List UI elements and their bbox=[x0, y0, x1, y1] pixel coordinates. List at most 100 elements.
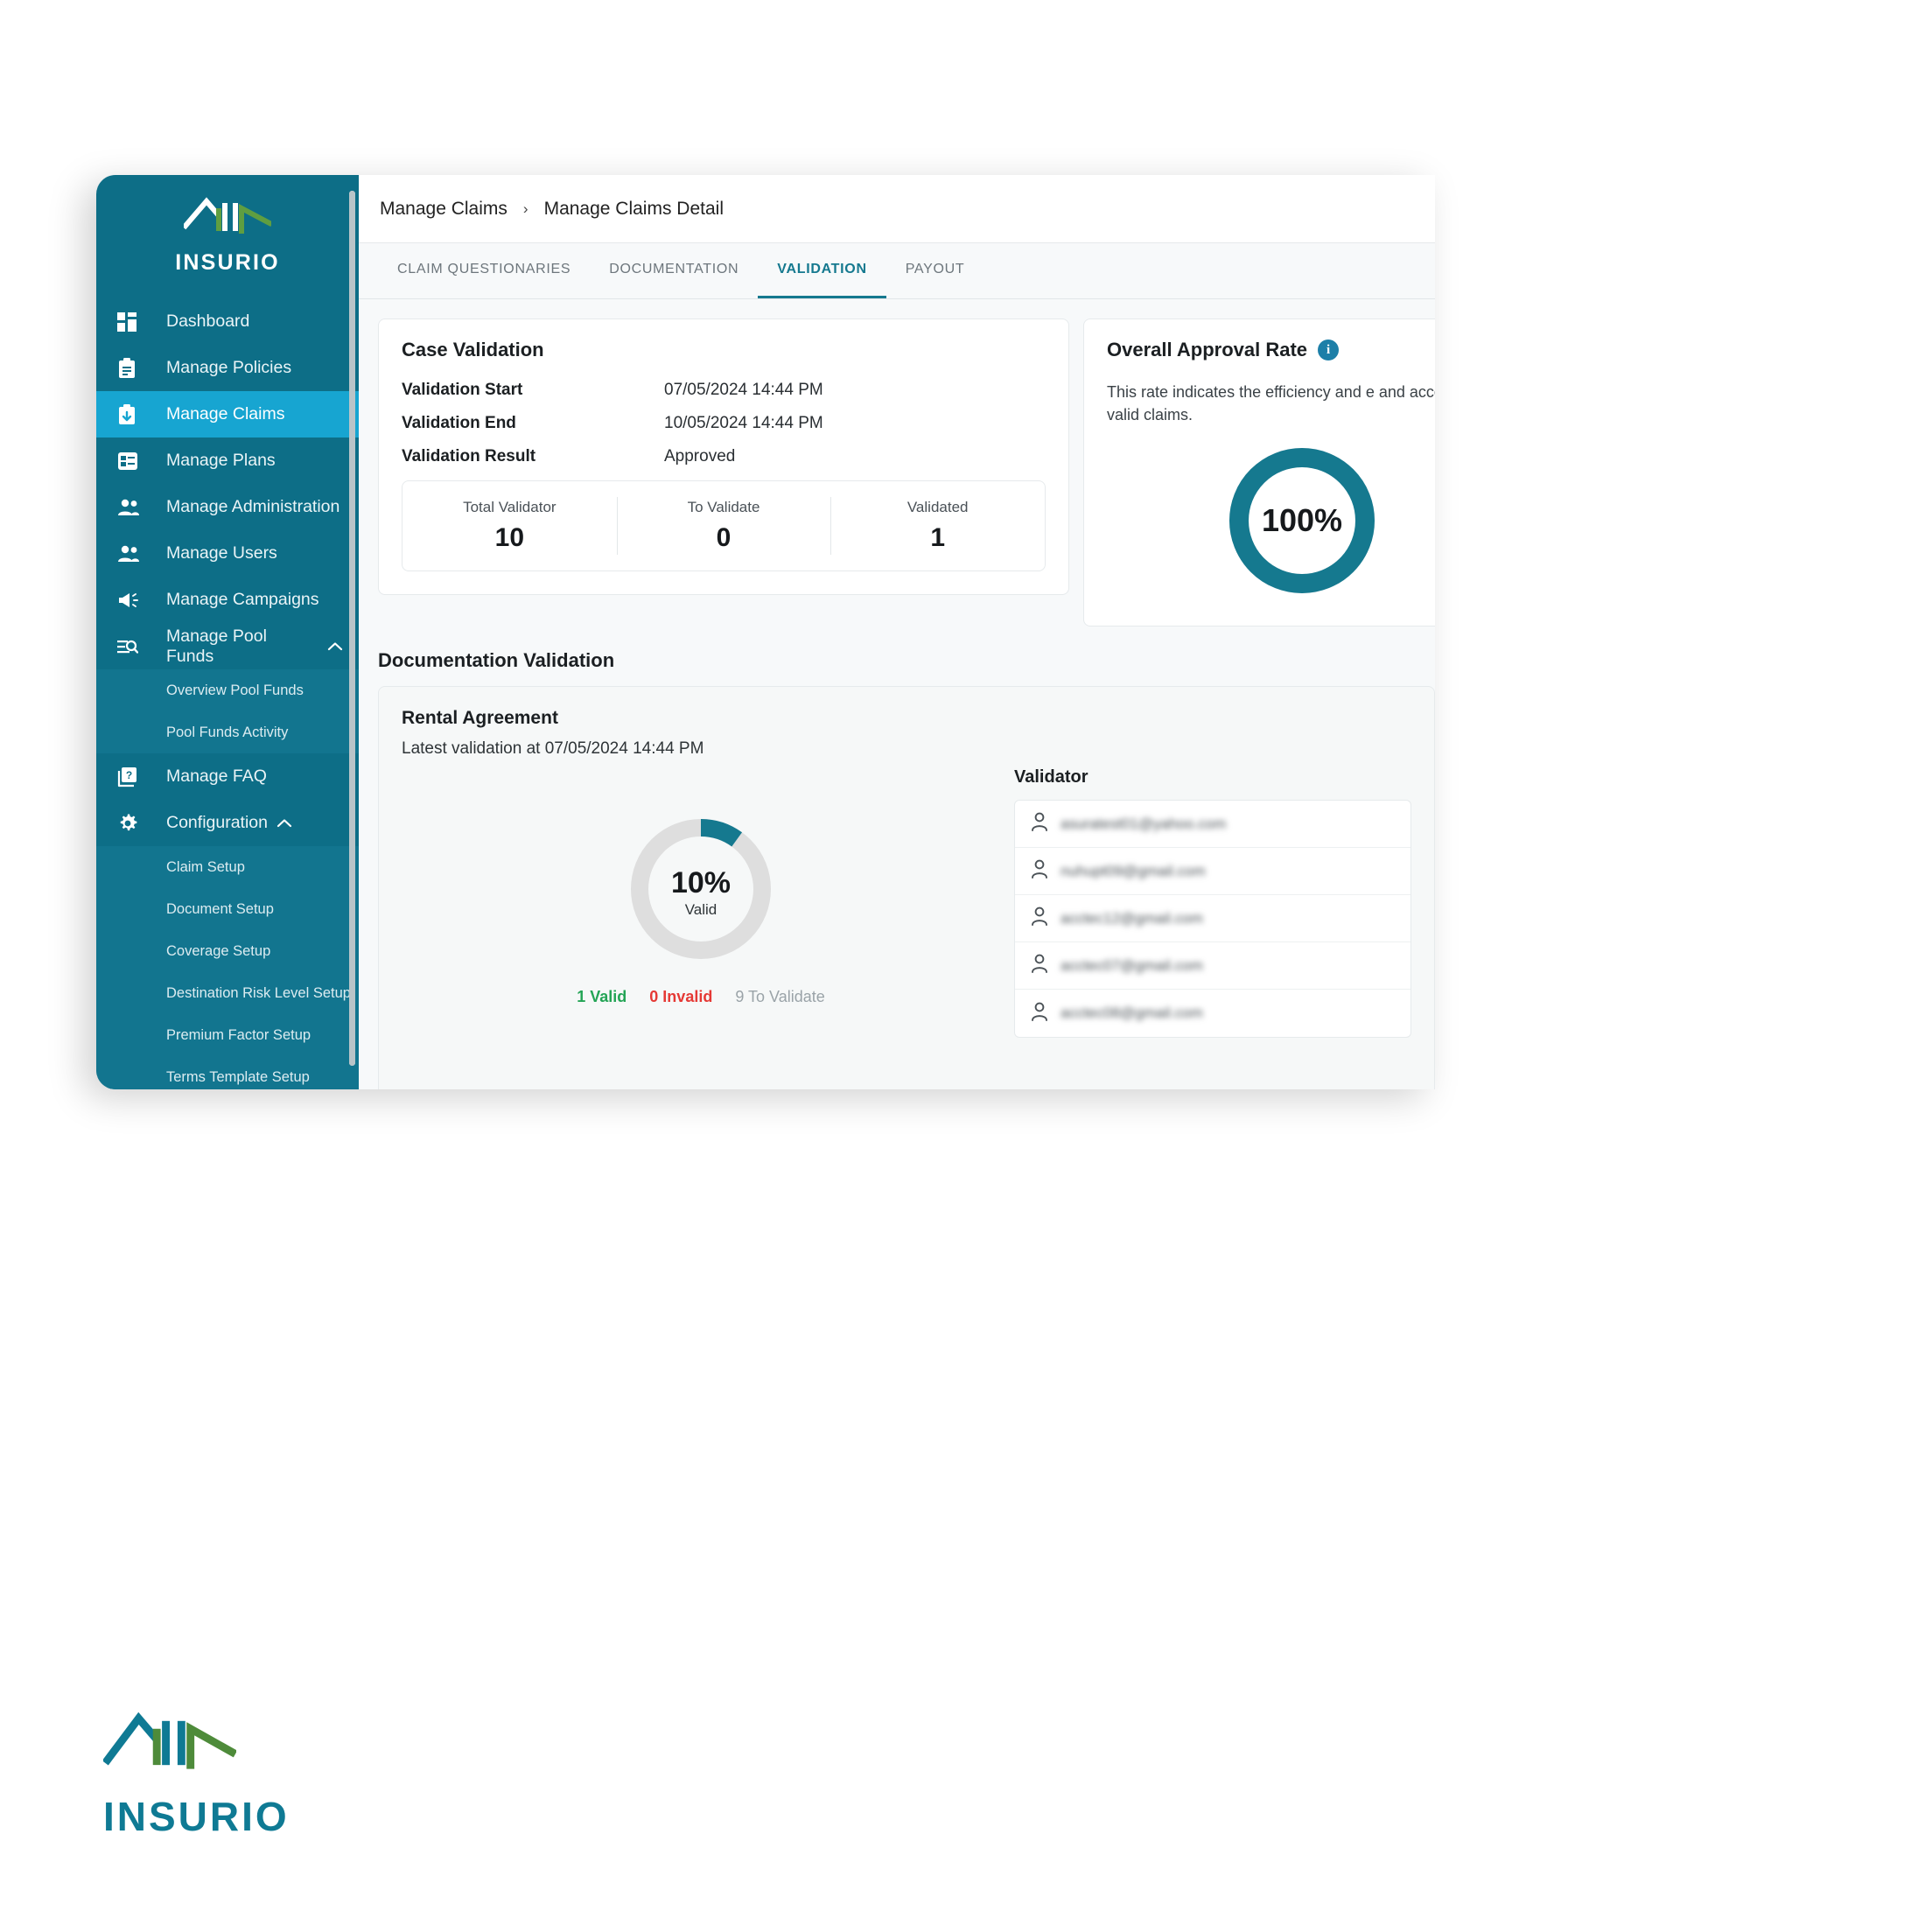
sidebar-subitem-label: Terms Template Setup bbox=[166, 1068, 310, 1085]
sidebar-subitem-overview-pool-funds[interactable]: Overview Pool Funds bbox=[96, 669, 359, 711]
stat-value: 1 bbox=[930, 523, 946, 552]
breadcrumb-separator-icon: › bbox=[522, 200, 528, 217]
person-icon bbox=[1031, 859, 1060, 883]
tab-documentation[interactable]: DOCUMENTATION bbox=[590, 243, 758, 298]
legend-invalid: 0 Invalid bbox=[649, 988, 713, 1006]
tab-label: VALIDATION bbox=[777, 262, 867, 276]
validator-row[interactable]: acctec07@gmail.com bbox=[1015, 942, 1410, 990]
sidebar-subitem-destination-risk-level-setup[interactable]: Destination Risk Level Setup bbox=[96, 972, 359, 1014]
validator-email: acctec07@gmail.com bbox=[1060, 956, 1203, 974]
sidebar-subitem-label: Destination Risk Level Setup bbox=[166, 984, 351, 1001]
legend-to-validate: 9 To Validate bbox=[735, 988, 825, 1006]
sidebar-submenu-configuration: Claim Setup Document Setup Coverage Setu… bbox=[96, 846, 359, 1089]
validator-email: asuratest01@yahoo.com bbox=[1060, 815, 1227, 832]
stat-label: Validated bbox=[906, 499, 969, 515]
sidebar-subitem-label: Pool Funds Activity bbox=[166, 724, 289, 740]
sidebar-brand: INSURIO bbox=[96, 175, 359, 298]
sidebar-item-manage-pool-funds[interactable]: Manage Pool Funds bbox=[96, 623, 359, 669]
person-icon bbox=[1031, 812, 1060, 836]
sidebar-item-manage-claims[interactable]: Manage Claims bbox=[96, 391, 359, 438]
sidebar-subitem-premium-factor-setup[interactable]: Premium Factor Setup bbox=[96, 1014, 359, 1056]
info-icon[interactable]: i bbox=[1318, 340, 1340, 360]
sidebar-item-label: Manage FAQ bbox=[166, 766, 267, 786]
stat-label: To Validate bbox=[687, 499, 760, 515]
sidebar-subitem-label: Premium Factor Setup bbox=[166, 1026, 312, 1043]
list-search-icon bbox=[117, 638, 147, 655]
people-icon bbox=[117, 545, 147, 563]
validator-header: Validator bbox=[1014, 767, 1088, 788]
megaphone-icon bbox=[117, 592, 147, 609]
insurio-roof-logo-icon bbox=[184, 194, 271, 242]
validator-row[interactable]: acctec12@gmail.com bbox=[1015, 895, 1410, 943]
breadcrumb-parent[interactable]: Manage Claims bbox=[380, 199, 508, 220]
sidebar-subitem-label: Coverage Setup bbox=[166, 942, 271, 959]
validator-row[interactable]: acctec08@gmail.com bbox=[1015, 990, 1410, 1037]
tab-claim-questionaries[interactable]: CLAIM QUESTIONARIES bbox=[378, 243, 590, 298]
sidebar-item-label: Configuration bbox=[166, 813, 268, 832]
sidebar-item-dashboard[interactable]: Dashboard bbox=[96, 298, 359, 345]
document-card-body: 10% Valid 1 Valid 0 Invalid 9 To Validat… bbox=[402, 767, 1411, 1039]
case-validation-panel: Case Validation Validation Start 07/05/2… bbox=[378, 318, 1069, 595]
document-validation-card-rental-agreement: Rental Agreement Latest validation at 07… bbox=[378, 686, 1435, 1089]
document-validation-donut: 10% Valid 1 Valid 0 Invalid 9 To Validat… bbox=[402, 767, 1000, 1038]
plans-list-icon bbox=[117, 452, 147, 471]
sidebar-item-manage-faq[interactable]: ? Manage FAQ bbox=[96, 753, 359, 800]
insurio-roof-logo-icon bbox=[102, 1708, 290, 1782]
sidebar-subitem-document-setup[interactable]: Document Setup bbox=[96, 888, 359, 930]
validator-row[interactable]: nuhupt09@gmail.com bbox=[1015, 848, 1410, 896]
tab-label: PAYOUT bbox=[905, 262, 965, 276]
chevron-up-icon bbox=[276, 818, 292, 829]
approval-rate-donut: 100% bbox=[1107, 438, 1435, 603]
sidebar-subitem-terms-template-setup[interactable]: Terms Template Setup bbox=[96, 1056, 359, 1089]
stat-validated: Validated 1 bbox=[830, 481, 1045, 570]
breadcrumb-current: Manage Claims Detail bbox=[543, 198, 724, 219]
tab-bar: CLAIM QUESTIONARIES DOCUMENTATION VALIDA… bbox=[359, 243, 1435, 299]
footer-logo: INSURIO bbox=[102, 1708, 290, 1840]
main-content: Manage Claims › Manage Claims Detail CLA… bbox=[359, 175, 1435, 1089]
donut-legend: 1 Valid 0 Invalid 9 To Validate bbox=[577, 988, 825, 1006]
people-icon bbox=[117, 499, 147, 516]
sidebar-brand-name: INSURIO bbox=[175, 250, 280, 275]
field-row: Validation End 10/05/2024 14:44 PM bbox=[402, 414, 1046, 433]
tab-validation[interactable]: VALIDATION bbox=[758, 243, 886, 298]
donut-center-label: Valid bbox=[685, 901, 718, 918]
validator-list: asuratest01@yahoo.com nuhupt09@gmail.com bbox=[1014, 800, 1411, 1039]
sidebar-item-manage-users[interactable]: Manage Users bbox=[96, 530, 359, 577]
validation-content: Case Validation Validation Start 07/05/2… bbox=[359, 299, 1435, 1089]
field-label: Validation Result bbox=[402, 447, 536, 466]
sidebar-item-manage-campaigns[interactable]: Manage Campaigns bbox=[96, 577, 359, 623]
sidebar-item-manage-policies[interactable]: Manage Policies bbox=[96, 345, 359, 391]
validator-column: Validator asuratest01@yahoo.com nuhupt09… bbox=[1000, 767, 1411, 1039]
svg-text:?: ? bbox=[126, 768, 132, 780]
sidebar-item-configuration[interactable]: Configuration bbox=[96, 800, 359, 846]
sidebar-item-manage-plans[interactable]: Manage Plans bbox=[96, 438, 359, 484]
sidebar-item-label: Manage Claims bbox=[166, 404, 285, 424]
sidebar-item-label: Manage Plans bbox=[166, 451, 276, 470]
document-title: Rental Agreement bbox=[402, 708, 558, 729]
case-validation-fields: Validation Start 07/05/2024 14:44 PM Val… bbox=[402, 381, 1046, 466]
dashboard-grid-icon bbox=[117, 312, 147, 332]
field-label: Validation End bbox=[402, 414, 516, 432]
approval-rate-description: This rate indicates the efficiency and e… bbox=[1107, 383, 1435, 424]
sidebar-item-label: Dashboard bbox=[166, 312, 250, 331]
stat-value: 10 bbox=[494, 523, 525, 552]
sidebar-submenu-pool-funds: Overview Pool Funds Pool Funds Activity bbox=[96, 669, 359, 753]
field-row: Validation Start 07/05/2024 14:44 PM bbox=[402, 381, 1046, 400]
validation-stats: Total Validator 10 To Validate 0 Validat… bbox=[402, 480, 1046, 571]
validator-row[interactable]: asuratest01@yahoo.com bbox=[1015, 801, 1410, 849]
person-icon bbox=[1031, 954, 1060, 977]
app-window: INSURIO Dashboard Manage Policies Manage… bbox=[96, 175, 1435, 1089]
sidebar-item-manage-administration[interactable]: Manage Administration bbox=[96, 484, 359, 530]
sidebar-item-label: Manage Administration bbox=[166, 497, 340, 516]
validator-email: nuhupt09@gmail.com bbox=[1060, 862, 1206, 879]
footer-logo-name: INSURIO bbox=[103, 1794, 290, 1839]
sidebar-subitem-pool-funds-activity[interactable]: Pool Funds Activity bbox=[96, 711, 359, 753]
sidebar-subitem-coverage-setup[interactable]: Coverage Setup bbox=[96, 930, 359, 972]
documentation-validation-title: Documentation Validation bbox=[378, 649, 615, 672]
gear-icon bbox=[117, 813, 147, 834]
sidebar-item-label: Manage Policies bbox=[166, 358, 292, 377]
page-root: INSURIO Dashboard Manage Policies Manage… bbox=[0, 0, 1932, 1932]
sidebar-scrollbar-thumb[interactable] bbox=[349, 191, 355, 1066]
sidebar-subitem-claim-setup[interactable]: Claim Setup bbox=[96, 846, 359, 888]
tab-payout[interactable]: PAYOUT bbox=[886, 243, 984, 298]
